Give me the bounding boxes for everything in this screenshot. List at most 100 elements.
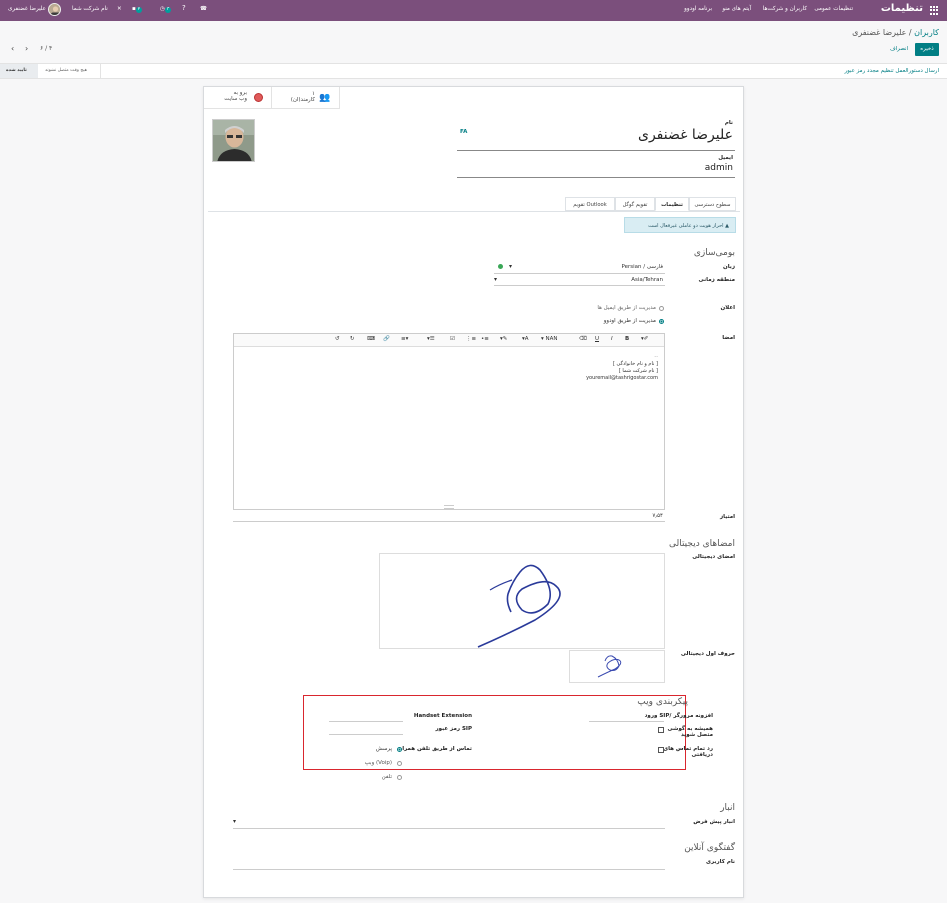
signature-label: امضا xyxy=(722,335,735,341)
mobile-call-voip-option[interactable]: وبپ (Voip) xyxy=(365,760,392,766)
menu-general-settings[interactable]: تنظیمات عمومی xyxy=(814,6,853,12)
warning-icon: ▲ xyxy=(723,223,729,229)
notification-label: اعلان xyxy=(720,305,735,311)
highlight-color-icon[interactable]: ▾✎ xyxy=(500,336,507,342)
signature-line-company: [ نام شرکت شما ] xyxy=(618,368,658,374)
notebook-tabs: سطوح دسترسی تنظیمات تقویم گوگل تقویم Out… xyxy=(565,197,736,211)
user-menu-name[interactable]: علیرضا غضنفری xyxy=(8,6,46,12)
notification-odoo-option[interactable]: مدیریت از طریق اودوو xyxy=(604,318,656,324)
editor-resize-handle[interactable] xyxy=(444,505,454,509)
font-size-select[interactable]: ▾ NAN xyxy=(541,336,558,342)
reset-password-link[interactable]: ارسال دستورالعمل تنظیم مجدد رمز عبور xyxy=(844,68,939,74)
mobile-call-phone-radio[interactable] xyxy=(397,775,402,780)
menu-users-companies[interactable]: کاربران و شرکت‌ها xyxy=(763,6,807,12)
discard-button[interactable]: انصراف xyxy=(887,43,911,56)
timezone-caret-icon[interactable]: ▾ xyxy=(494,276,497,283)
checklist-icon[interactable]: ☑ xyxy=(450,336,455,342)
status-confirmed[interactable]: تایید شده xyxy=(0,64,38,78)
user-avatar[interactable] xyxy=(48,3,61,16)
chat-icon[interactable]: ▪ ۲ xyxy=(132,6,143,13)
tab-access-rights[interactable]: سطوح دسترسی xyxy=(689,197,736,211)
warehouse-caret-icon[interactable]: ▾ xyxy=(233,818,236,825)
status-never-connected[interactable]: هیچ وقت متصل نشوند xyxy=(39,64,101,78)
website-smart-button[interactable]: برو به وب سایت xyxy=(204,87,272,109)
help-icon[interactable]: ? xyxy=(182,4,186,12)
digital-initials-pad[interactable] xyxy=(569,650,665,683)
mobile-call-ask-option[interactable]: پرسش xyxy=(376,746,392,752)
livechat-username-label: نام کاربری xyxy=(705,859,735,865)
notification-odoo-radio[interactable] xyxy=(659,319,664,324)
mobile-always-checkbox[interactable] xyxy=(658,727,664,733)
reject-calls-checkbox[interactable] xyxy=(658,747,664,753)
code-view-icon[interactable]: ⌨ xyxy=(367,336,375,342)
activity-icon[interactable]: ◷ ۳ xyxy=(160,6,172,13)
sip-password-label: رمز عبور SIP xyxy=(435,726,473,732)
digital-signature-label: امضای دیجیتالی xyxy=(692,554,735,560)
two-factor-alert: ▲ احراز هویت دو عاملی غیرفعال است xyxy=(624,217,736,233)
user-photo[interactable] xyxy=(212,119,255,162)
timezone-select[interactable]: Asia/Tehran xyxy=(631,277,663,283)
name-label: نام xyxy=(724,120,733,126)
pager-next-icon[interactable]: › xyxy=(25,44,28,53)
voip-highlight-box xyxy=(303,695,686,770)
menu-odoo-app[interactable]: برنامه اودوو xyxy=(684,6,712,12)
mobile-call-phone-option[interactable]: تلفن xyxy=(382,774,392,780)
email-label: ایمیل xyxy=(718,155,733,161)
style-picker-icon[interactable]: ▾✐ xyxy=(641,336,648,342)
signature-content[interactable]: -- [ نام و نام خانوادگی ] [ نام شرکت شما… xyxy=(586,354,658,382)
ordered-list-icon[interactable]: ⋮≡ xyxy=(466,336,476,342)
digital-initials-label: حروف اول دیجیتالی xyxy=(680,651,735,657)
language-select[interactable]: Persian / فارسی xyxy=(621,264,663,270)
breadcrumb-users[interactable]: کاربران xyxy=(914,28,939,37)
breadcrumb: کاربران / علیرضا غضنفری xyxy=(852,28,939,37)
signature-editor[interactable]: ↺ ↻ ⌨ 🔗 ≡▾ ▾☰ ☑ ⋮≡ •≡ ▾✎ ▾A ▾ NAN ⌫ U I … xyxy=(233,333,665,510)
livechat-title: گفتگوی آنلاین xyxy=(684,843,735,853)
bullet-list-icon[interactable]: •≡ xyxy=(481,336,489,342)
signature-line-email: youremail@tashrigostar.com xyxy=(586,375,658,381)
link-icon[interactable]: 🔗 xyxy=(383,336,390,342)
tab-preferences[interactable]: تنظیمات xyxy=(655,197,689,211)
form-sheet: 👥 ۱ کارمند(ان) برو به وب سایت نام علیرضا… xyxy=(203,86,744,898)
menu-menu-items[interactable]: آیتم های منو xyxy=(722,6,751,12)
pager-prev-icon[interactable]: ‹ xyxy=(11,44,14,53)
signature-line-name: [ نام و نام خانوادگی ] xyxy=(612,361,658,367)
phone-icon[interactable]: ☎ xyxy=(200,6,207,12)
app-brand[interactable]: تنظیمات xyxy=(881,3,923,14)
redo-icon[interactable]: ↻ xyxy=(350,336,355,342)
font-color-icon[interactable]: ▾A xyxy=(522,336,529,342)
lang-code[interactable]: FA xyxy=(460,129,467,135)
editor-toolbar: ↺ ↻ ⌨ 🔗 ≡▾ ▾☰ ☑ ⋮≡ •≡ ▾✎ ▾A ▾ NAN ⌫ U I … xyxy=(234,334,664,347)
italic-icon[interactable]: I xyxy=(611,336,613,342)
mobile-call-voip-radio[interactable] xyxy=(397,761,402,766)
align-icon[interactable]: ≡▾ xyxy=(401,336,408,342)
debug-icon[interactable]: ✕ xyxy=(117,6,122,12)
digital-signature-pad[interactable] xyxy=(379,553,665,649)
tab-outlook-calendar[interactable]: تقویم Outlook xyxy=(565,197,615,211)
save-button[interactable]: ذخیره xyxy=(915,43,939,56)
list-style-icon[interactable]: ▾☰ xyxy=(427,336,435,342)
underline-icon[interactable]: U xyxy=(595,336,599,342)
employees-smart-button[interactable]: 👥 ۱ کارمند(ان) xyxy=(272,87,340,109)
sip-login-label: ورود SIP/ افزونه مرورگر xyxy=(644,713,713,719)
top-navbar: تنظیمات تنظیمات عمومی کاربران و شرکت‌ها … xyxy=(0,0,947,21)
language-caret-icon[interactable]: ▾ xyxy=(509,263,512,270)
notification-email-option[interactable]: مدیریت از طریق ایمیل ها xyxy=(597,305,656,311)
initials-drawing xyxy=(597,655,622,678)
karma-label: امتیاز xyxy=(719,514,735,520)
mobile-call-ask-radio[interactable] xyxy=(397,747,402,752)
notification-email-radio[interactable] xyxy=(659,306,664,311)
default-warehouse-label: انبار پیش فرض xyxy=(693,819,735,825)
bold-icon[interactable]: B xyxy=(625,336,629,342)
handset-extension-label: Handset Extension xyxy=(413,713,472,719)
name-input[interactable]: علیرضا غضنفری xyxy=(638,127,733,143)
eraser-icon[interactable]: ⌫ xyxy=(579,336,587,342)
email-input[interactable]: admin xyxy=(705,163,733,173)
tab-google-calendar[interactable]: تقویم گوگل xyxy=(615,197,655,211)
undo-icon[interactable]: ↺ xyxy=(335,336,340,342)
company-switcher[interactable]: نام شرکت شما xyxy=(72,6,108,12)
apps-menu-icon[interactable] xyxy=(930,6,939,15)
mobile-call-label: تماس از طریق تلفن همراه xyxy=(398,746,472,752)
pager-value[interactable]: ۶ / ۴ xyxy=(40,45,52,52)
font-size-label: NAN xyxy=(545,336,558,342)
activity-badge: ۳ xyxy=(164,7,172,13)
